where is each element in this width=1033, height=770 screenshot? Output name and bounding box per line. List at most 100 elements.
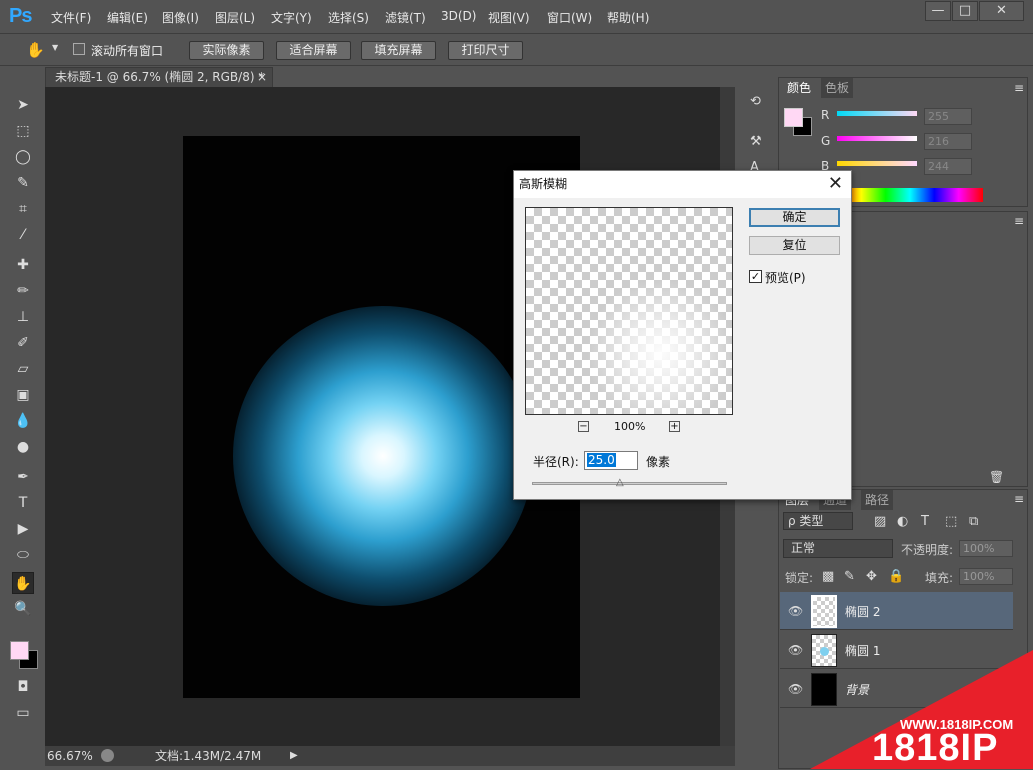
radius-slider-thumb[interactable]: △ [616,477,624,488]
fit-screen-button[interactable]: 适合屏幕 [276,41,351,60]
color-fg-swatch[interactable] [784,108,803,127]
channel-g-value[interactable]: 216 [924,133,972,150]
menu-type[interactable]: 文字(Y) [271,9,312,26]
channel-b-slider[interactable] [837,161,917,166]
close-tab-icon[interactable]: × [257,68,267,86]
radius-slider-track[interactable] [532,482,727,485]
minimize-button[interactable]: — [925,1,951,21]
print-size-button[interactable]: 打印尺寸 [448,41,523,60]
filter-adjustment-icon[interactable]: ◐ [897,514,908,529]
chevron-down-icon[interactable]: ▼ [52,43,58,52]
panel-menu-icon[interactable]: ≡ [1014,492,1024,506]
ok-button[interactable]: 确定 [749,208,840,227]
menu-edit[interactable]: 编辑(E) [107,9,148,26]
filter-shape-icon[interactable]: ⬚ [945,514,957,529]
channel-r-slider[interactable] [837,111,917,116]
filter-pixel-icon[interactable]: ▨ [874,514,886,529]
fill-screen-button[interactable]: 填充屏幕 [361,41,436,60]
menu-3d[interactable]: 3D(D) [441,9,476,23]
preview-label: 预览(P) [765,271,806,285]
maximize-button[interactable]: □ [952,1,978,21]
blur-tool-icon[interactable]: 💧 [12,410,34,432]
filter-smart-icon[interactable]: ⧉ [969,514,978,529]
close-icon[interactable]: ✕ [828,173,843,194]
screen-mode-icon[interactable]: ▭ [12,702,34,724]
menu-window[interactable]: 窗口(W) [547,9,592,26]
dodge-tool-icon[interactable]: ● [12,436,34,458]
filter-type-icon[interactable]: T [921,514,929,529]
eye-icon[interactable]: 👁 [788,643,803,657]
tab-paths[interactable]: 路径 [861,490,894,510]
eye-icon[interactable]: 👁 [788,682,803,696]
tab-color[interactable]: 颜色 [783,78,816,98]
layer-name[interactable]: 椭圆 1 [845,642,880,659]
menu-image[interactable]: 图像(I) [162,9,199,26]
quick-select-tool-icon[interactable]: ✎ [12,172,34,194]
menu-filter[interactable]: 滤镜(T) [385,9,426,26]
preview-checkbox[interactable]: ✓ [749,270,762,283]
menu-file[interactable]: 文件(F) [51,9,91,26]
layer-name[interactable]: 椭圆 2 [845,603,880,620]
lock-pixels-icon[interactable]: ✎ [844,569,855,584]
crop-tool-icon[interactable]: ⌗ [12,198,34,220]
lock-position-icon[interactable]: ✥ [866,569,877,584]
menu-select[interactable]: 选择(S) [328,9,369,26]
tab-swatches[interactable]: 色板 [821,78,854,98]
document-tab[interactable]: 未标题-1 @ 66.7% (椭圆 2, RGB/8) * × [45,67,273,87]
zoom-tool-icon[interactable]: 🔍 [12,598,34,620]
ellipse-tool-icon[interactable]: ⬭ [12,544,34,566]
lock-all-icon[interactable]: 🔒 [888,569,904,584]
color-spectrum-bar[interactable] [837,188,983,202]
layer-row[interactable]: 👁 椭圆 1 [780,631,1013,669]
eyedropper-tool-icon[interactable]: ⁄ [12,224,34,246]
eraser-tool-icon[interactable]: ▱ [12,358,34,380]
history-panel-icon[interactable]: ⟲ [750,94,761,109]
panel-menu-icon[interactable]: ≡ [1014,214,1024,228]
menu-help[interactable]: 帮助(H) [607,9,649,26]
blur-preview[interactable] [525,207,733,415]
radius-input[interactable]: 25.0 [584,451,638,470]
lock-transparent-icon[interactable]: ▩ [822,569,834,584]
close-window-button[interactable]: ✕ [979,1,1024,21]
lasso-tool-icon[interactable]: ◯ [12,146,34,168]
gaussian-blur-dialog: 高斯模糊 ✕ − 100% + 确定 复位 ✓ 预览(P) 半径(R): 25.… [513,170,852,500]
lock-label: 锁定: [785,571,814,585]
foreground-color-swatch[interactable] [10,641,29,660]
menu-view[interactable]: 视图(V) [488,9,530,26]
layer-name[interactable]: 背景 [845,681,869,698]
zoom-out-button[interactable]: − [578,421,589,432]
stamp-tool-icon[interactable]: ⊥ [12,306,34,328]
trash-icon[interactable]: 🗑 [989,470,1004,484]
zoom-in-button[interactable]: + [669,421,680,432]
status-info-icon[interactable] [101,749,114,762]
channel-r-value[interactable]: 255 [924,108,972,125]
brush-tool-icon[interactable]: ✏ [12,280,34,302]
type-tool-icon[interactable]: T [12,492,34,514]
layer-filter-select[interactable]: ρ 类型 [783,512,853,530]
marquee-tool-icon[interactable]: ⬚ [12,120,34,142]
hand-tool-icon[interactable]: ✋ [26,41,45,59]
pen-tool-icon[interactable]: ✒ [12,466,34,488]
channel-b-value[interactable]: 244 [924,158,972,175]
channel-g-slider[interactable] [837,136,917,141]
blend-mode-select[interactable]: 正常 [783,539,893,558]
healing-brush-tool-icon[interactable]: ✚ [12,254,34,276]
fill-input[interactable]: 100% [959,568,1013,585]
tool-presets-icon[interactable]: ⚒ [750,134,762,149]
status-menu-arrow-icon[interactable]: ▶ [290,746,298,766]
opacity-input[interactable]: 100% [959,540,1013,557]
reset-button[interactable]: 复位 [749,236,840,255]
history-brush-tool-icon[interactable]: ✐ [12,332,34,354]
path-select-tool-icon[interactable]: ▶ [12,518,34,540]
layer-row[interactable]: 👁 椭圆 2 [780,592,1013,630]
zoom-level[interactable]: 66.67% [47,746,93,766]
move-tool-icon[interactable]: ➤ [12,94,34,116]
actual-pixels-button[interactable]: 实际像素 [189,41,264,60]
gradient-tool-icon[interactable]: ▣ [12,384,34,406]
hand-tool-icon[interactable]: ✋ [12,572,34,594]
quick-mask-icon[interactable]: ◘ [12,676,34,698]
panel-menu-icon[interactable]: ≡ [1014,81,1024,95]
scroll-all-checkbox[interactable] [73,43,85,55]
menu-layer[interactable]: 图层(L) [215,9,255,26]
eye-icon[interactable]: 👁 [788,604,803,618]
